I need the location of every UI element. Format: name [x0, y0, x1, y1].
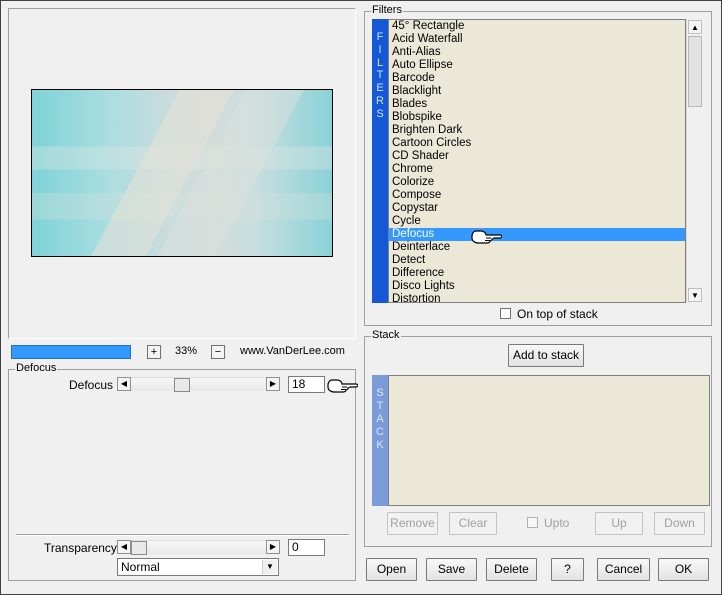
- filter-list-item[interactable]: Deinterlace: [389, 241, 685, 254]
- filter-list-item[interactable]: Defocus: [389, 228, 685, 241]
- separator-line: [16, 534, 349, 536]
- filter-list-item[interactable]: CD Shader: [389, 150, 685, 163]
- zoom-level: 33%: [175, 345, 198, 357]
- clear-button[interactable]: Clear: [449, 512, 497, 535]
- transparency-slider-track[interactable]: [131, 540, 266, 555]
- on-top-label: On top of stack: [517, 307, 598, 321]
- strip-letter: F: [376, 31, 384, 43]
- transparency-slider-left-icon[interactable]: ◀: [117, 540, 131, 554]
- defocus-value-field[interactable]: 18: [288, 376, 325, 393]
- transparency-value-field[interactable]: 0: [288, 539, 325, 556]
- strip-letter: K: [376, 439, 384, 451]
- zoom-out-button[interactable]: −: [211, 345, 225, 359]
- save-button[interactable]: Save: [426, 558, 477, 581]
- defocus-slider-thumb[interactable]: [174, 378, 190, 392]
- blend-mode-select[interactable]: Normal ▼: [117, 558, 279, 576]
- defocus-group-title: Defocus: [15, 362, 58, 374]
- filter-list-item[interactable]: 45° Rectangle: [389, 20, 685, 33]
- filter-list-item[interactable]: Colorize: [389, 176, 685, 189]
- defocus-param-label: Defocus: [69, 378, 114, 392]
- preview-panel: [8, 8, 356, 339]
- ok-button[interactable]: OK: [658, 558, 709, 581]
- up-button[interactable]: Up: [595, 512, 643, 535]
- preview-image: [31, 89, 333, 257]
- filter-list-item[interactable]: Blacklight: [389, 85, 685, 98]
- filter-list-item[interactable]: Blades: [389, 98, 685, 111]
- brand-link[interactable]: www.VanDerLee.com: [240, 345, 345, 357]
- strip-letter: I: [378, 43, 382, 56]
- filter-list-item[interactable]: Chrome: [389, 163, 685, 176]
- scrollbar-thumb[interactable]: [688, 36, 702, 107]
- filter-list-item[interactable]: Cycle: [389, 215, 685, 228]
- strip-letter: S: [376, 107, 384, 120]
- transparency-label: Transparency: [44, 541, 117, 555]
- filters-strip: FILTERS: [372, 19, 388, 303]
- stack-strip-label: STACK: [372, 375, 388, 452]
- filter-list-item[interactable]: Barcode: [389, 72, 685, 85]
- transparency-slider-thumb[interactable]: [131, 541, 147, 555]
- open-button[interactable]: Open: [366, 558, 417, 581]
- filters-scrollbar[interactable]: ▲ ▼: [686, 19, 702, 303]
- remove-button[interactable]: Remove: [387, 512, 438, 535]
- filter-list-item[interactable]: Auto Ellipse: [389, 59, 685, 72]
- strip-letter: L: [376, 56, 384, 69]
- strip-letter: E: [376, 82, 384, 95]
- zoom-in-button[interactable]: +: [147, 345, 161, 359]
- progress-bar: [11, 345, 131, 359]
- scroll-down-icon[interactable]: ▼: [688, 288, 702, 302]
- transparency-slider-right-icon[interactable]: ▶: [266, 540, 280, 554]
- pointing-hand-icon: [471, 230, 502, 244]
- filters-group-title: Filters: [371, 4, 403, 16]
- upto-checkbox[interactable]: [527, 517, 538, 528]
- stack-list[interactable]: [388, 375, 710, 506]
- defocus-slider-left-icon[interactable]: ◀: [117, 377, 131, 391]
- filter-list-item[interactable]: Cartoon Circles: [389, 137, 685, 150]
- strip-letter: S: [376, 387, 384, 399]
- down-button[interactable]: Down: [654, 512, 705, 535]
- strip-letter: T: [376, 400, 384, 412]
- delete-button[interactable]: Delete: [486, 558, 537, 581]
- filter-list-item[interactable]: Brighten Dark: [389, 124, 685, 137]
- strip-letter: C: [376, 426, 384, 438]
- filter-list-item[interactable]: Disco Lights: [389, 280, 685, 293]
- filter-list-item[interactable]: Compose: [389, 189, 685, 202]
- defocus-slider-track[interactable]: [131, 377, 266, 392]
- chevron-down-icon[interactable]: ▼: [262, 560, 277, 574]
- stack-group-title: Stack: [371, 329, 401, 341]
- pointing-hand-icon: [327, 379, 358, 393]
- blend-mode-value: Normal: [121, 560, 160, 574]
- filters-strip-label: FILTERS: [372, 19, 388, 121]
- upto-label: Upto: [544, 516, 570, 530]
- filter-list-item[interactable]: Acid Waterfall: [389, 33, 685, 46]
- filters-list[interactable]: 45° Rectangle Acid Waterfall Anti-Alias Aut…: [388, 19, 686, 303]
- strip-letter: A: [376, 413, 384, 425]
- defocus-slider-right-icon[interactable]: ▶: [266, 377, 280, 391]
- scroll-up-icon[interactable]: ▲: [688, 20, 702, 34]
- cancel-button[interactable]: Cancel: [597, 558, 650, 581]
- add-to-stack-button[interactable]: Add to stack: [508, 344, 584, 367]
- filter-list-item[interactable]: Detect: [389, 254, 685, 267]
- strip-letter: R: [376, 94, 384, 107]
- filter-list-item[interactable]: Distortion: [389, 293, 685, 302]
- filter-list-item[interactable]: Blobspike: [389, 111, 685, 124]
- strip-letter: T: [376, 69, 384, 82]
- on-top-checkbox[interactable]: [500, 308, 511, 319]
- filter-list-item[interactable]: Copystar: [389, 202, 685, 215]
- filter-list-item[interactable]: Anti-Alias: [389, 46, 685, 59]
- stack-strip: STACK: [372, 375, 388, 506]
- filter-list-item[interactable]: Difference: [389, 267, 685, 280]
- help-button[interactable]: ?: [551, 558, 584, 581]
